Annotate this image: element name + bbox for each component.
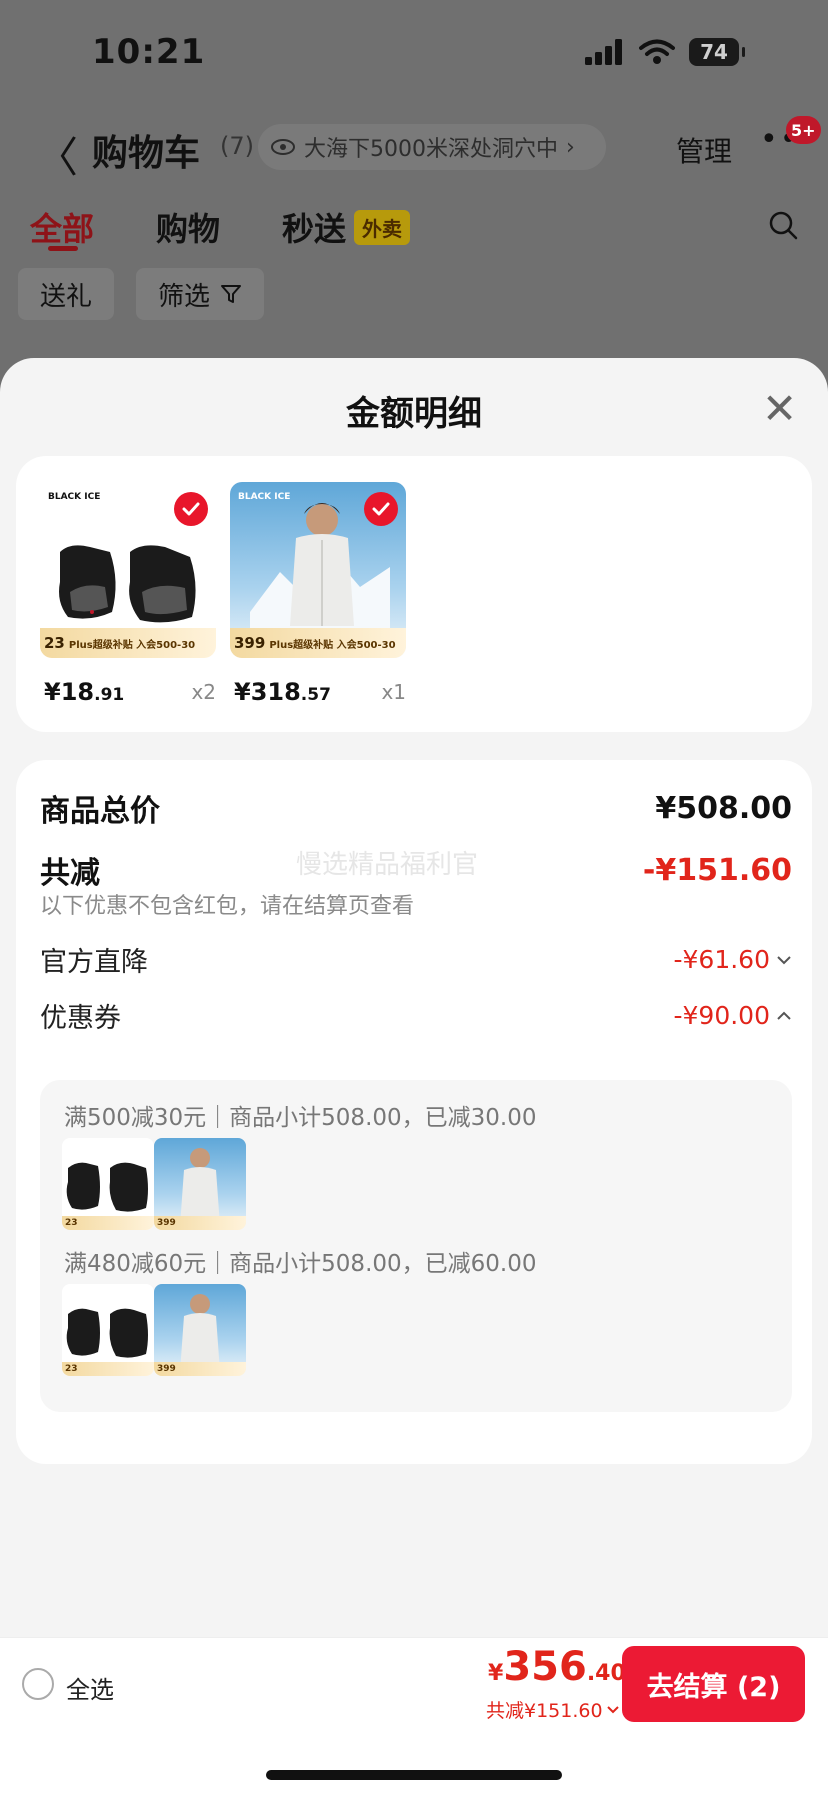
brand-logo: BLACK ICE [48,492,101,502]
product-price: ¥18.91 [44,678,124,706]
promo-text: Plus超级补贴 入会500-30 [269,639,396,651]
product-price: ¥318.57 [234,678,331,706]
official-discount-label: 官方直降 [40,947,148,978]
battery-indicator: 74 [689,38,745,66]
product-price-int: ¥18 [44,678,95,706]
official-discount-value-wrap: -¥61.60 [674,945,793,974]
search-icon[interactable] [768,210,798,240]
checkout-button[interactable]: 去结算 (2) [622,1646,805,1722]
coupon-row[interactable]: 优惠券 -¥90.00 [40,996,792,1035]
coupon-value-wrap: -¥90.00 [674,1001,793,1030]
coupon-detail-box: 满500减30元｜商品小计508.00，已减30.00 23 399 满480减… [40,1080,792,1412]
selected-check-icon[interactable] [364,492,398,526]
product-qty: x1 [381,680,406,704]
sheet-title: 金额明细 [346,394,482,434]
product-item[interactable]: BLACK ICE 399 Plus超级补贴 入会500-30 ¥318.57 … [230,482,406,706]
total-discount[interactable]: 共减¥151.60 [486,1696,619,1723]
status-icons: 74 [585,38,745,66]
coupon-thumb-price: 399 [154,1362,246,1376]
filter-chip[interactable]: 筛选 [136,268,265,320]
product-image-coat: BLACK ICE 399 Plus超级补贴 入会500-30 [230,482,406,658]
notification-badge: 5+ [786,116,821,144]
product-image-socks: BLACK ICE 23 Plus超级补贴 入会500-30 [40,482,216,658]
tab-active-indicator [48,246,78,251]
total-label: 商品总价 [40,794,160,829]
amount-detail-sheet: 金额明细 ✕ BLACK ICE 23 Plus超级补贴 入会500-30 ¥1… [0,358,828,1795]
address-selector[interactable]: 大海下5000米深处洞穴中 › [258,124,606,170]
official-discount-value: -¥61.60 [673,945,771,974]
total-value: ¥508.00 [655,790,792,826]
chevron-right-icon: › [566,134,575,160]
product-item[interactable]: BLACK ICE 23 Plus超级补贴 入会500-30 ¥18.91 x2 [40,482,216,706]
total-row: 商品总价 ¥508.00 [40,786,792,830]
total-price: ¥ 356 .40 [488,1644,626,1690]
manage-button[interactable]: 管理 [676,130,732,170]
products-card: BLACK ICE 23 Plus超级补贴 入会500-30 ¥18.91 x2 [16,456,812,732]
total-dec: .40 [586,1661,626,1686]
price-summary-card: 商品总价 ¥508.00 慢选精品福利官 共减 -¥151.60 以下优惠不包含… [16,760,812,1464]
close-icon[interactable]: ✕ [762,388,797,430]
promo-price-strip: 399 Plus超级补贴 入会500-30 [230,628,406,658]
promo-price: 23 [44,634,65,652]
cart-count: (7) [220,132,254,160]
address-text: 大海下5000米深处洞穴中 [304,137,558,162]
tab-all[interactable]: 全部 [30,204,94,250]
select-all-radio[interactable] [22,1668,54,1700]
coupon-rule-text: 满480减60元｜商品小计508.00，已减60.00 [64,1251,537,1277]
promo-price-strip: 23 Plus超级补贴 入会500-30 [40,628,216,658]
coupon-label: 优惠券 [40,1003,121,1034]
chevron-down-icon [777,955,791,964]
coupon-thumb-price: 23 [62,1216,154,1230]
gift-chip-label: 送礼 [40,281,93,312]
page-title: 购物车 [92,133,201,174]
product-qty: x2 [191,680,216,704]
gift-chip[interactable]: 送礼 [18,268,115,320]
tab-shopping[interactable]: 购物 [156,204,220,250]
coupon-thumb-socks: 23 [62,1284,154,1376]
total-int: 356 [503,1644,587,1690]
discount-value: -¥151.60 [642,852,792,888]
chevron-down-icon [606,1705,619,1713]
back-icon[interactable]: 〈 [36,124,78,185]
filter-icon [221,285,242,303]
official-discount-row[interactable]: 官方直降 -¥61.60 [40,940,792,979]
filter-chip-label: 筛选 [158,281,211,312]
discount-row: 共减 -¥151.60 [40,848,792,892]
product-price-dec: .57 [300,685,331,705]
waimai-tag: 外卖 [354,210,410,245]
coupon-value: -¥90.00 [673,1001,771,1030]
selected-check-icon[interactable] [174,492,208,526]
total-discount-text: 共减¥151.60 [486,1700,603,1722]
coupon-thumb-coat: 399 [154,1284,246,1376]
total-currency: ¥ [488,1661,504,1686]
product-price-int: ¥318 [234,678,301,706]
discount-note: 以下优惠不包含红包，请在结算页查看 [40,894,415,919]
eye-icon [271,139,295,155]
signal-icon [585,39,622,65]
coupon-thumb-socks: 23 [62,1138,154,1230]
coupon-rule-text: 满500减30元｜商品小计508.00，已减30.00 [64,1105,537,1131]
coupon-thumb-price: 23 [62,1362,154,1376]
home-indicator [266,1770,562,1780]
coupon-thumb-coat: 399 [154,1138,246,1230]
select-all-label[interactable]: 全选 [66,1670,114,1705]
wifi-icon [639,39,675,64]
chevron-up-icon [777,1011,791,1020]
coupon-thumb-price: 399 [154,1216,246,1230]
discount-label: 共减 [40,856,100,891]
socks-illustration [59,545,196,623]
promo-price: 399 [234,634,266,652]
tab-instant[interactable]: 秒送 [282,204,346,250]
product-price-dec: .91 [94,685,125,705]
checkout-bar: 全选 ¥ 356 .40 共减¥151.60 去结算 (2) [0,1637,828,1795]
promo-text: Plus超级补贴 入会500-30 [68,639,196,651]
status-time: 10:21 [92,32,206,72]
